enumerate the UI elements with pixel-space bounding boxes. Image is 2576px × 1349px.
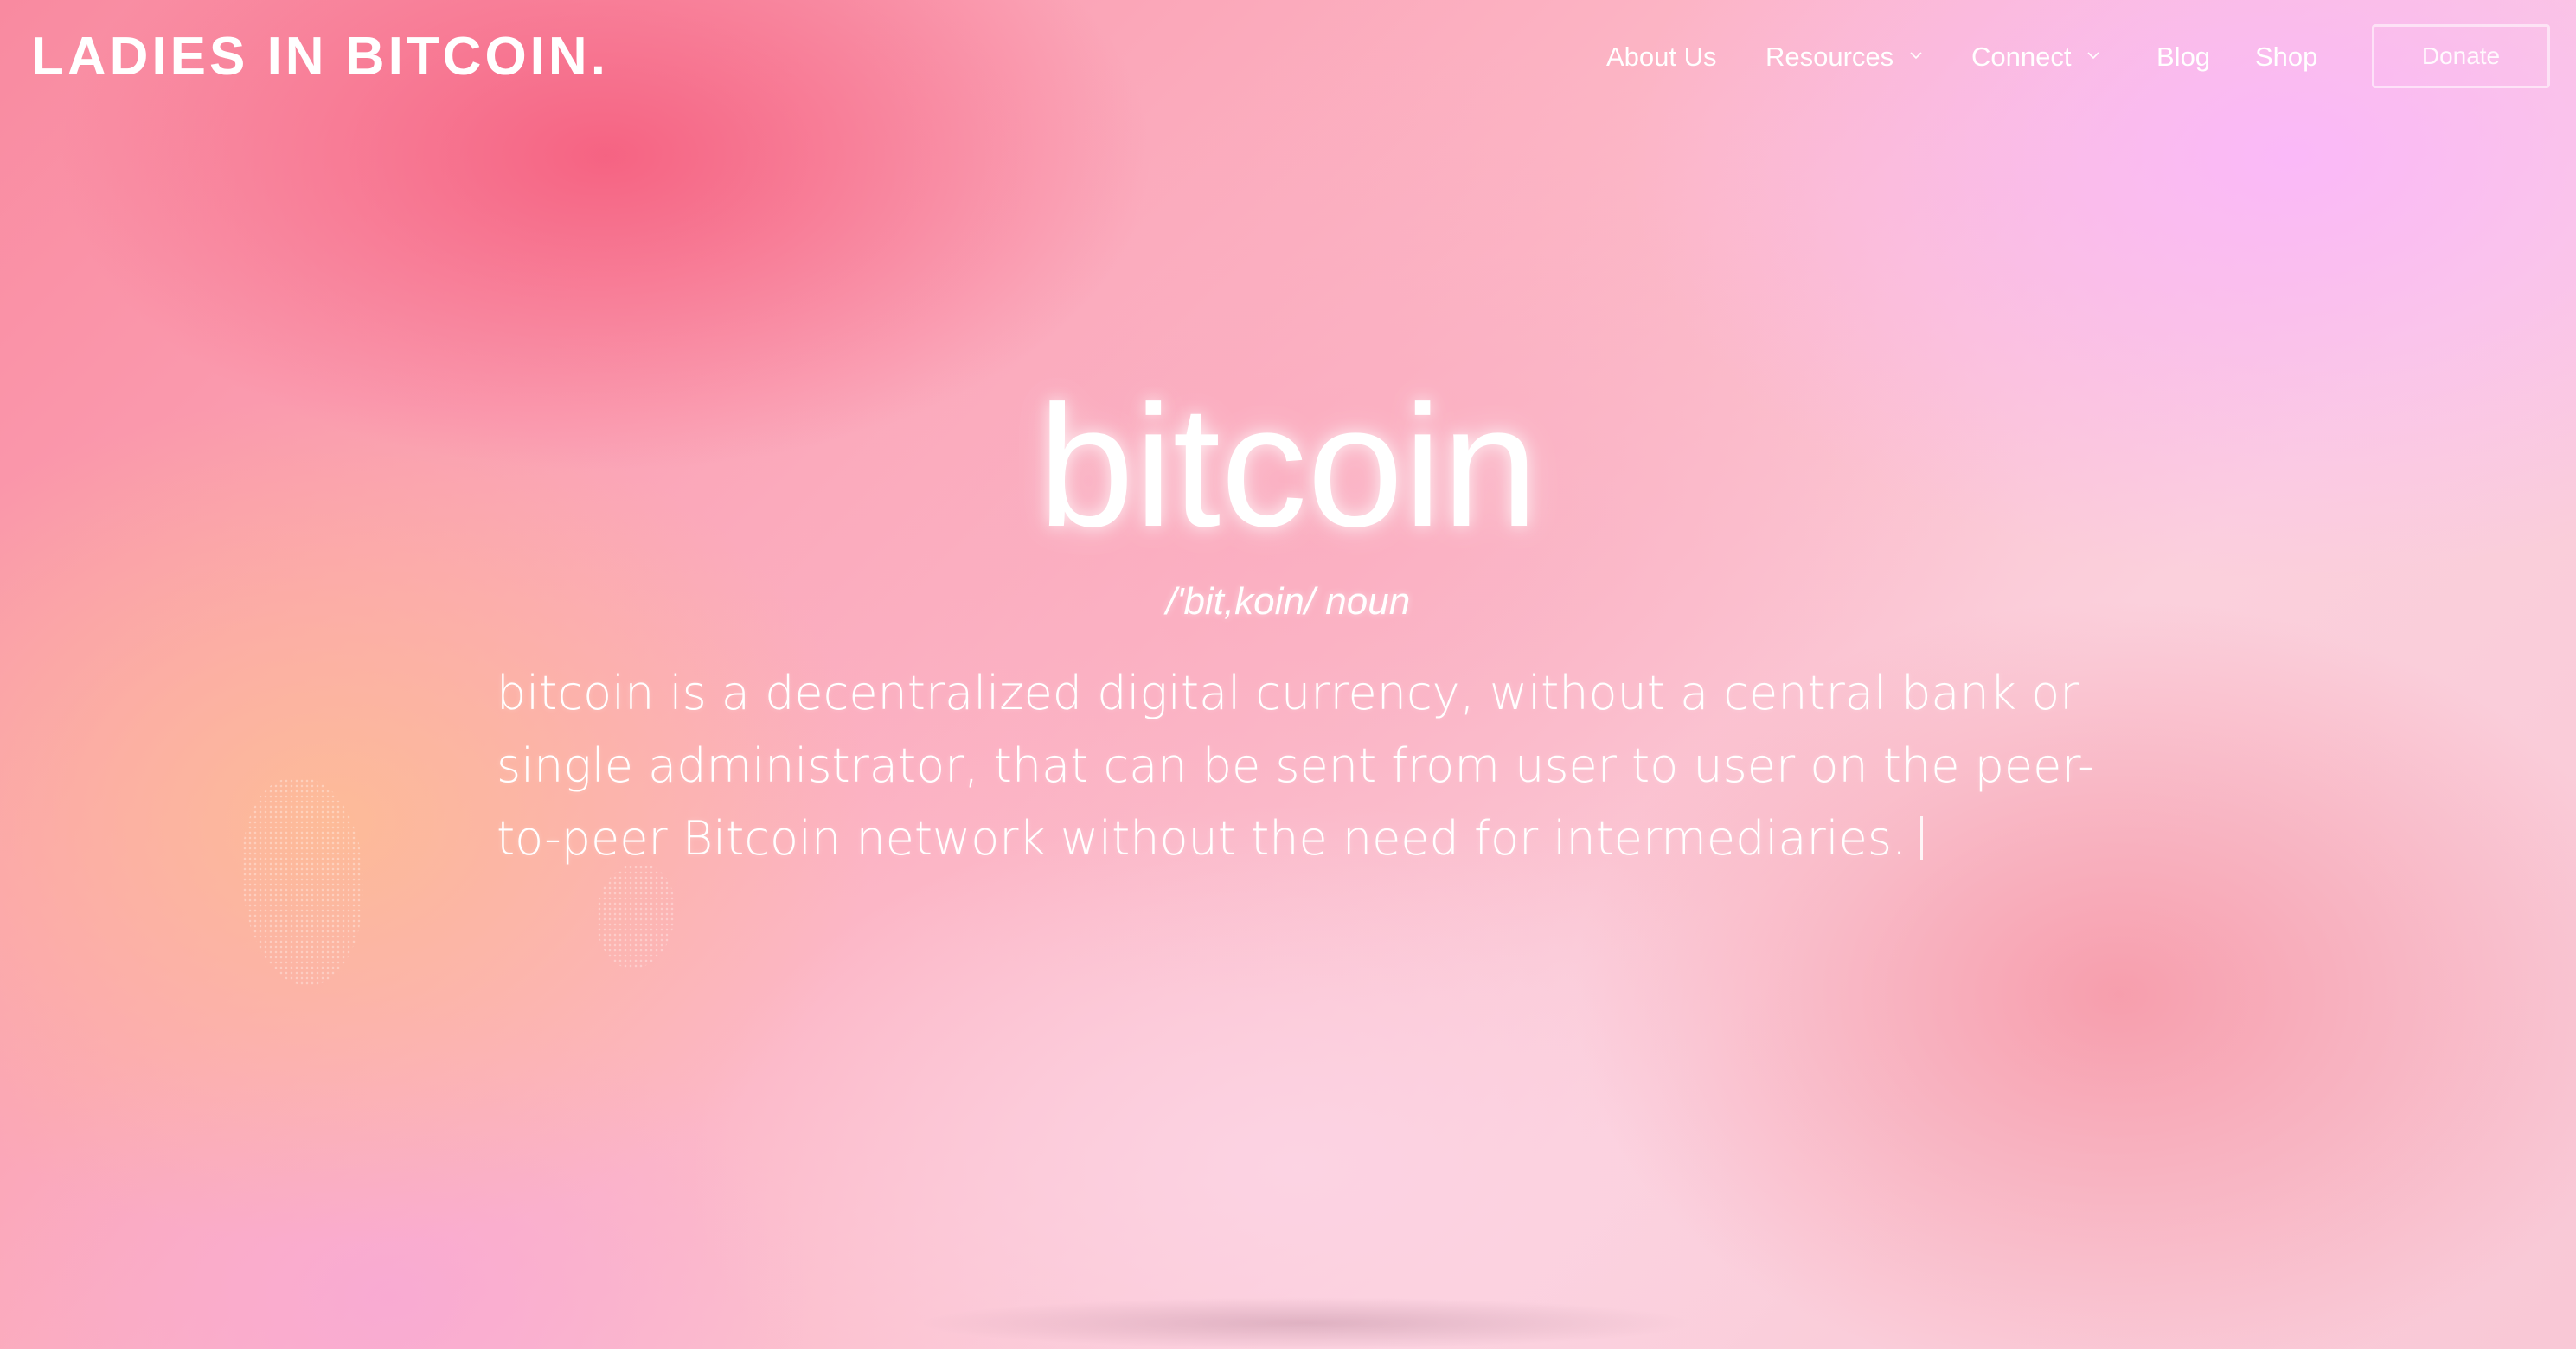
chevron-down-icon [2087, 52, 2099, 59]
site-header: LADIES IN BITCOIN. About Us Resources Co… [0, 0, 2576, 112]
site-logo[interactable]: LADIES IN BITCOIN. [31, 26, 609, 87]
nav-about-us[interactable]: About Us [1606, 42, 1717, 73]
logo-text: LADIES IN BITCOIN [31, 27, 591, 86]
donate-button[interactable]: Donate [2372, 24, 2550, 88]
nav-connect[interactable]: Connect [1971, 42, 2099, 73]
nav-blog[interactable]: Blog [2156, 42, 2210, 73]
logo-dot: . [590, 27, 609, 86]
typing-cursor [1920, 816, 1924, 860]
hero-title: bitcoin [1037, 370, 1539, 563]
nav-blog-label: Blog [2156, 42, 2211, 72]
donate-button-label: Donate [2421, 42, 2501, 69]
decorative-shadow [917, 1297, 1695, 1349]
chevron-down-icon [1910, 52, 1922, 59]
nav-shop-label: Shop [2255, 42, 2318, 72]
nav-resources-label: Resources [1765, 42, 1894, 72]
decorative-doodle [597, 865, 675, 969]
nav-about-us-label: About Us [1606, 42, 1717, 72]
definition-text: bitcoin is a decentralized digital curre… [497, 657, 2105, 875]
nav-shop[interactable]: Shop [2255, 42, 2317, 73]
definition-body: bitcoin is a decentralized digital curre… [497, 666, 2095, 866]
decorative-doodle [242, 778, 363, 986]
pronunciation: /'bit,koin/ noun [1165, 580, 1411, 623]
nav-connect-label: Connect [1971, 42, 2072, 72]
nav-resources[interactable]: Resources [1765, 42, 1922, 73]
